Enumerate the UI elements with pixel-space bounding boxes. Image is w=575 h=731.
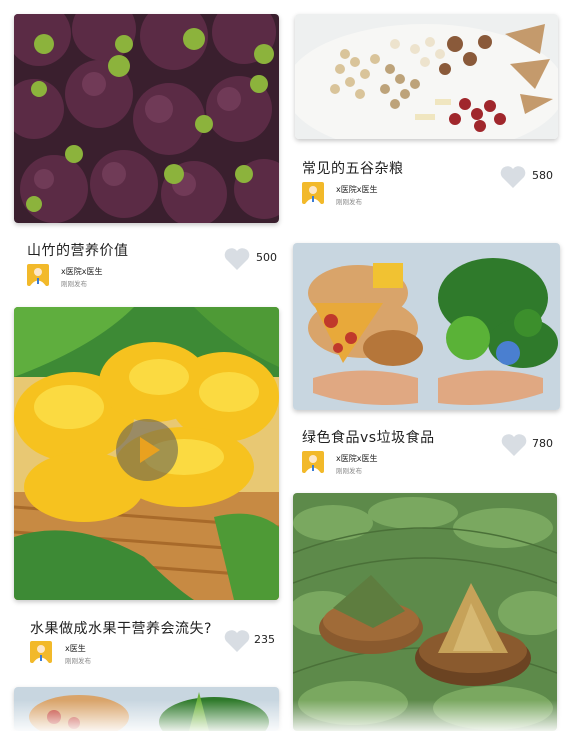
heart-icon[interactable] <box>223 628 251 654</box>
like-count: 780 <box>532 437 553 450</box>
like-count: 580 <box>532 169 553 182</box>
card-time: 刚刚发布 <box>336 467 362 475</box>
like-count: 235 <box>254 633 275 646</box>
heart-icon[interactable] <box>499 164 527 190</box>
doctor-avatar-icon <box>30 641 52 663</box>
doctor-avatar-icon <box>302 182 324 204</box>
play-icon[interactable] <box>115 418 179 482</box>
grains-photo <box>295 14 558 139</box>
green-vs-junk-food-photo-repeat <box>14 687 279 731</box>
card-image-mangosteen[interactable] <box>14 14 279 223</box>
card-time: 刚刚发布 <box>65 657 91 665</box>
card-time: 刚刚发布 <box>61 280 87 288</box>
mangosteen-photo <box>14 14 279 223</box>
card-image-green-vs-junk[interactable] <box>293 243 560 410</box>
card-image-green-vs-junk-repeat[interactable] <box>14 687 279 731</box>
doctor-avatar-icon <box>302 451 324 473</box>
card-author: x医院x医生 <box>336 185 378 194</box>
zongzi-photo <box>293 493 557 731</box>
card-time: 刚刚发布 <box>336 198 362 206</box>
card-author: x医院x医生 <box>61 267 103 276</box>
doctor-avatar-icon <box>27 264 49 286</box>
card-title-mangosteen[interactable]: 山竹的营养价值 <box>27 240 129 260</box>
card-author: x医院x医生 <box>336 454 378 463</box>
like-count: 500 <box>256 251 277 264</box>
card-title-grains[interactable]: 常见的五谷杂粮 <box>302 158 404 178</box>
green-vs-junk-food-photo <box>293 243 560 410</box>
card-image-zongzi[interactable] <box>293 493 557 731</box>
card-author: x医生 <box>65 644 86 653</box>
card-title-green-vs-junk[interactable]: 绿色食品vs垃圾食品 <box>302 427 435 447</box>
card-image-grains[interactable] <box>295 14 558 139</box>
heart-icon[interactable] <box>500 432 528 458</box>
card-title-dried-fruit[interactable]: 水果做成水果干营养会流失? <box>30 618 212 638</box>
heart-icon[interactable] <box>223 246 251 272</box>
